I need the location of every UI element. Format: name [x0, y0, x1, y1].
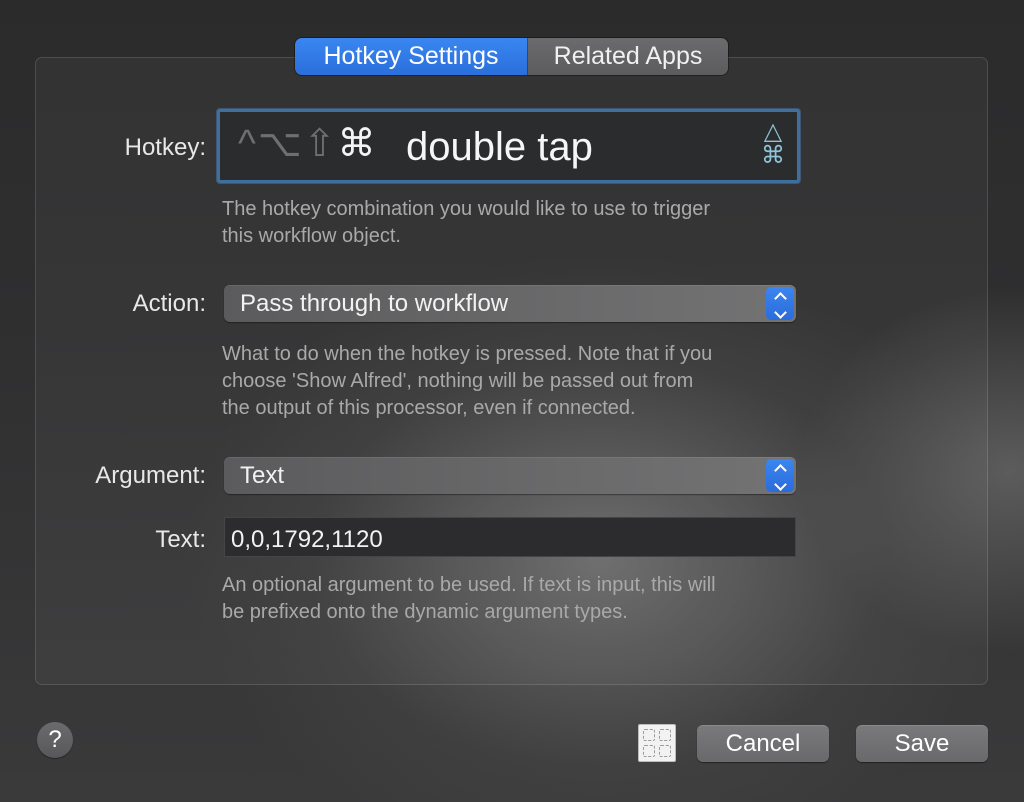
argument-label: Argument:	[95, 462, 206, 489]
tab-bar: Hotkey Settings Related Apps	[295, 38, 728, 75]
chevron-updown-icon	[766, 287, 794, 320]
modifier-keys: ^ ⌥ ⇧ ⌘	[238, 124, 375, 164]
shift-icon: ⇧	[303, 123, 336, 165]
help-line: An optional argument to be used. If text…	[222, 574, 716, 596]
tab-hotkey-settings[interactable]: Hotkey Settings	[295, 38, 527, 75]
command-icon: ⌘	[337, 123, 376, 165]
text-input[interactable]: 0,0,1792,1120	[224, 517, 796, 557]
help-line: the output of this processor, even if co…	[222, 397, 636, 419]
grid-cell	[643, 745, 655, 757]
triangle-icon: △	[763, 118, 783, 145]
help-line: be prefixed onto the dynamic argument ty…	[222, 601, 628, 623]
tab-related-apps[interactable]: Related Apps	[527, 38, 728, 75]
hotkey-value: double tap	[406, 125, 593, 169]
help-button[interactable]: ?	[37, 722, 73, 758]
help-line: this workflow object.	[222, 225, 401, 247]
hotkey-field[interactable]: ^ ⌥ ⇧ ⌘ double tap △ ⌘	[217, 109, 800, 183]
grid-cell	[659, 729, 671, 741]
option-icon: ⌥	[257, 123, 302, 165]
help-line: choose 'Show Alfred', nothing will be pa…	[222, 370, 694, 392]
grid-icon[interactable]	[638, 724, 676, 762]
help-line: What to do when the hotkey is pressed. N…	[222, 343, 713, 365]
argument-select[interactable]: Text	[224, 457, 796, 494]
control-icon: ^	[238, 123, 256, 165]
hotkey-help: The hotkey combination you would like to…	[222, 196, 710, 250]
hotkey-label: Hotkey:	[124, 134, 206, 161]
grid-cell	[659, 745, 671, 757]
grid-cell	[643, 729, 655, 741]
cancel-button[interactable]: Cancel	[697, 725, 829, 762]
argument-selected-value: Text	[240, 462, 285, 489]
action-select[interactable]: Pass through to workflow	[224, 285, 796, 322]
action-selected-value: Pass through to workflow	[240, 290, 509, 317]
text-help: An optional argument to be used. If text…	[222, 572, 716, 626]
save-button[interactable]: Save	[856, 725, 988, 762]
hotkey-side-icons[interactable]: △ ⌘	[761, 120, 785, 168]
text-label: Text:	[155, 526, 206, 553]
chevron-updown-icon	[766, 459, 794, 492]
action-help: What to do when the hotkey is pressed. N…	[222, 341, 712, 422]
help-line: The hotkey combination you would like to…	[222, 198, 711, 220]
action-label: Action:	[132, 290, 206, 317]
command-small-icon: ⌘	[761, 142, 785, 169]
